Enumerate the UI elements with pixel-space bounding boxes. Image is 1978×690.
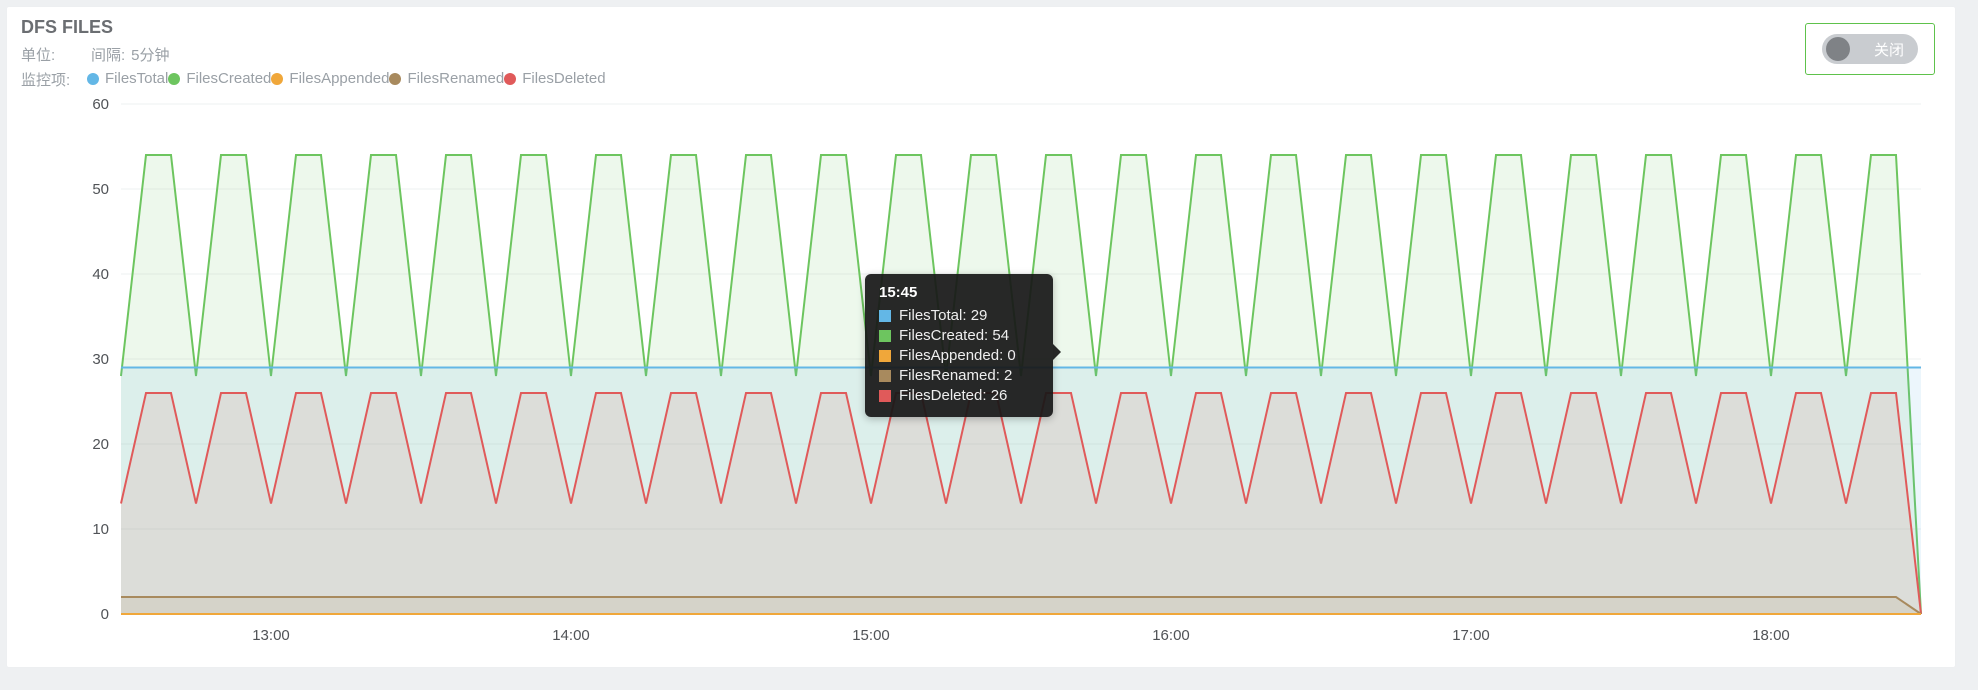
- tooltip-swatch-icon: [879, 330, 891, 342]
- legend-label: FilesRenamed: [407, 70, 504, 87]
- tooltip-row: FilesCreated: 54: [879, 327, 1039, 344]
- legend-label: FilesDeleted: [522, 70, 605, 87]
- svg-text:10: 10: [92, 521, 109, 538]
- legend-swatch-icon: [168, 73, 180, 85]
- chart-tooltip: 15:45 FilesTotal: 29 FilesCreated: 54 File…: [865, 274, 1053, 417]
- interval-label: 间隔:: [91, 44, 125, 65]
- svg-text:0: 0: [101, 606, 109, 623]
- chart-area[interactable]: 0 10 20 30 40 50 60 13:00 14:00 15:00 16:00 17:00 18…: [21, 94, 1941, 659]
- toggle-label: 关闭: [1874, 39, 1904, 60]
- legend-item-filesrenamed[interactable]: FilesRenamed: [389, 70, 504, 87]
- legend-swatch-icon: [504, 73, 516, 85]
- svg-text:17:00: 17:00: [1452, 627, 1490, 644]
- svg-text:15:00: 15:00: [852, 627, 890, 644]
- legend-label: FilesTotal: [105, 70, 168, 87]
- legend-item-filesdeleted[interactable]: FilesDeleted: [504, 70, 605, 87]
- tooltip-row: FilesAppended: 0: [879, 347, 1039, 364]
- svg-text:50: 50: [92, 181, 109, 198]
- svg-text:30: 30: [92, 351, 109, 368]
- svg-text:60: 60: [92, 96, 109, 113]
- tooltip-swatch-icon: [879, 370, 891, 382]
- tooltip-row: FilesTotal: 29: [879, 307, 1039, 324]
- toggle-knob-icon: [1826, 37, 1850, 61]
- tooltip-swatch-icon: [879, 310, 891, 322]
- legend-row: 监控项: FilesTotal FilesCreated FilesAppended…: [21, 69, 1941, 90]
- legend-swatch-icon: [271, 73, 283, 85]
- svg-text:40: 40: [92, 266, 109, 283]
- svg-text:13:00: 13:00: [252, 627, 290, 644]
- tooltip-text: FilesRenamed: 2: [899, 367, 1012, 384]
- legend-label: FilesCreated: [186, 70, 271, 87]
- interval-value: 5分钟: [131, 44, 169, 65]
- legend-label: FilesAppended: [289, 70, 389, 87]
- tooltip-swatch-icon: [879, 390, 891, 402]
- toggle-off-switch[interactable]: 关闭: [1822, 34, 1918, 64]
- tooltip-swatch-icon: [879, 350, 891, 362]
- unit-label: 单位:: [21, 44, 79, 65]
- svg-text:16:00: 16:00: [1152, 627, 1190, 644]
- svg-text:18:00: 18:00: [1752, 627, 1790, 644]
- tooltip-text: FilesCreated: 54: [899, 327, 1009, 344]
- tooltip-text: FilesDeleted: 26: [899, 387, 1007, 404]
- panel-title: DFS FILES: [21, 17, 1941, 38]
- legend-item-filesappended[interactable]: FilesAppended: [271, 70, 389, 87]
- svg-text:20: 20: [92, 436, 109, 453]
- legend-swatch-icon: [87, 73, 99, 85]
- legend-item-filescreated[interactable]: FilesCreated: [168, 70, 271, 87]
- dfs-files-panel: DFS FILES 单位: 间隔: 5分钟 监控项: FilesTotal Fil…: [6, 6, 1956, 668]
- monitor-label: 监控项:: [21, 69, 79, 90]
- legend-swatch-icon: [389, 73, 401, 85]
- tooltip-row: FilesRenamed: 2: [879, 367, 1039, 384]
- svg-text:14:00: 14:00: [552, 627, 590, 644]
- tooltip-row: FilesDeleted: 26: [879, 387, 1039, 404]
- tooltip-text: FilesTotal: 29: [899, 307, 987, 324]
- tooltip-time: 15:45: [879, 284, 1039, 301]
- meta-unit-interval: 单位: 间隔: 5分钟: [21, 44, 1941, 65]
- toggle-container: 关闭: [1805, 23, 1935, 75]
- tooltip-text: FilesAppended: 0: [899, 347, 1016, 364]
- legend-item-filestotal[interactable]: FilesTotal: [87, 70, 168, 87]
